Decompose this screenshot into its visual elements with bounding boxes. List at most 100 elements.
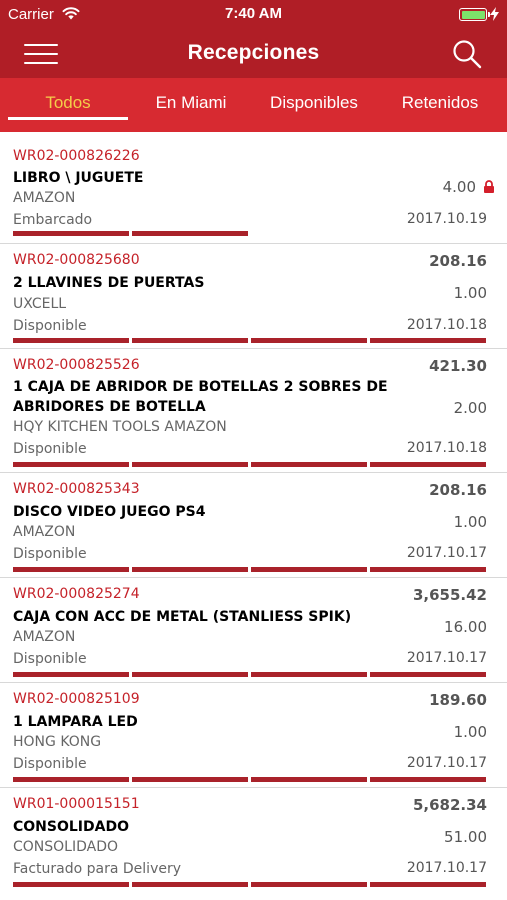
tab-label: Retenidos	[401, 93, 479, 112]
progress-segment	[370, 672, 486, 677]
reception-description: CAJA CON ACC DE METAL (STANLIESS SPIK)	[13, 609, 352, 625]
reception-status: Embarcado	[13, 212, 93, 228]
reception-row[interactable]: WR02-000825526 1 CAJA DE ABRIDOR DE BOTEL…	[0, 348, 507, 472]
reception-supplier: CONSOLIDADO	[13, 839, 119, 855]
reception-supplier: AMAZON	[13, 524, 76, 540]
progress-segment	[132, 338, 248, 343]
tab-label: Disponibles	[270, 93, 358, 112]
tab-en-miami[interactable]: En Miami	[131, 78, 251, 132]
progress-segment	[251, 462, 367, 467]
reception-code: WR02-000825109	[13, 691, 140, 707]
tab-todos[interactable]: Todos	[8, 78, 128, 132]
reception-date: 2017.10.19	[406, 211, 487, 227]
reception-amount: 3,655.42	[412, 586, 487, 604]
reception-description: 2 LLAVINES DE PUERTAS	[13, 275, 205, 291]
search-icon[interactable]	[451, 38, 483, 70]
reception-status: Disponible	[13, 756, 87, 772]
progress-segment	[251, 777, 367, 782]
reception-amount: 5,682.34	[412, 796, 487, 814]
reception-row[interactable]: WR02-000825109 1 LAMPARA LED HONG KONG Disp…	[0, 682, 507, 787]
reception-status: Facturado para Delivery	[13, 861, 182, 877]
reception-date: 2017.10.17	[406, 650, 487, 666]
reception-row[interactable]: WR02-000825680 2 LLAVINES DE PUERTAS UXCEL…	[0, 243, 507, 348]
reception-quantity: 4.00	[442, 178, 476, 196]
shipment-progress-bar	[13, 462, 487, 467]
progress-segment	[370, 462, 486, 467]
tab-label: En Miami	[155, 93, 227, 112]
reception-amount: 421.30	[429, 357, 487, 375]
reception-supplier: AMAZON	[13, 190, 76, 206]
reception-status: Disponible	[13, 318, 87, 334]
receptions-list[interactable]: WR02-000826226 LIBRO \ JUGUETE AMAZON Embar…	[0, 132, 507, 900]
reception-date: 2017.10.17	[406, 860, 487, 876]
reception-description: LIBRO \ JUGUETE	[13, 170, 144, 186]
charging-bolt-icon	[490, 7, 499, 21]
progress-segment	[13, 567, 129, 572]
progress-segment	[132, 882, 248, 887]
progress-segment	[251, 567, 367, 572]
reception-quantity: 16.00	[444, 618, 487, 636]
progress-segment	[13, 882, 129, 887]
progress-segment	[251, 338, 367, 343]
battery-level	[461, 10, 485, 19]
progress-segment	[13, 231, 129, 236]
status-bar: Carrier 7:40 AM	[0, 0, 507, 30]
reception-row[interactable]: WR02-000825274 CAJA CON ACC DE METAL (STA…	[0, 577, 507, 682]
progress-segment	[251, 672, 367, 677]
tab-disponibles[interactable]: Disponibles	[250, 78, 378, 132]
reception-quantity: 1.00	[453, 284, 487, 302]
filter-tabs: Todos En Miami Disponibles Retenidos	[0, 78, 507, 132]
reception-description: CONSOLIDADO	[13, 819, 129, 835]
reception-row[interactable]: WR02-000826226 LIBRO \ JUGUETE AMAZON Embar…	[0, 132, 507, 243]
reception-amount: 208.16	[429, 252, 487, 270]
reception-description: 1 LAMPARA LED	[13, 714, 138, 730]
progress-segment	[13, 338, 129, 343]
progress-segment	[370, 777, 486, 782]
reception-amount: 208.16	[429, 481, 487, 499]
reception-amount: 189.60	[429, 691, 487, 709]
lock-icon	[484, 180, 494, 193]
reception-quantity: 1.00	[453, 723, 487, 741]
progress-segment	[13, 462, 129, 467]
reception-date: 2017.10.18	[406, 440, 487, 456]
shipment-progress-bar	[13, 231, 487, 236]
reception-date: 2017.10.17	[406, 755, 487, 771]
reception-code: WR01-000015151	[13, 796, 140, 812]
progress-segment	[13, 672, 129, 677]
reception-status: Disponible	[13, 441, 87, 457]
progress-segment	[370, 882, 486, 887]
shipment-progress-bar	[13, 882, 487, 887]
shipment-progress-bar	[13, 777, 487, 782]
battery-icon	[459, 8, 490, 21]
reception-description: DISCO VIDEO JUEGO PS4	[13, 504, 206, 520]
progress-segment	[132, 777, 248, 782]
reception-status: Disponible	[13, 546, 87, 562]
reception-row[interactable]: WR01-000015151 CONSOLIDADO CONSOLIDADO Fact…	[0, 787, 507, 900]
progress-segment	[132, 462, 248, 467]
reception-code: WR02-000825274	[13, 586, 140, 602]
reception-supplier: HONG KONG	[13, 734, 102, 750]
reception-code: WR02-000825680	[13, 252, 140, 268]
reception-quantity: 1.00	[453, 513, 487, 531]
reception-description: 1 CAJA DE ABRIDOR DE BOTELLAS 2 SOBRES D…	[13, 379, 388, 415]
progress-segment	[132, 567, 248, 572]
shipment-progress-bar	[13, 338, 487, 343]
reception-supplier: HQY KITCHEN TOOLS AMAZON	[13, 419, 227, 435]
reception-date: 2017.10.18	[406, 317, 487, 333]
reception-date: 2017.10.17	[406, 545, 487, 561]
reception-row[interactable]: WR02-000825343 DISCO VIDEO JUEGO PS4 AMAZO…	[0, 472, 507, 577]
tab-label: Todos	[45, 93, 91, 112]
progress-segment	[370, 567, 486, 572]
progress-segment	[13, 777, 129, 782]
page-title: Recepciones	[187, 41, 320, 64]
reception-status: Disponible	[13, 651, 87, 667]
progress-segment	[132, 672, 248, 677]
reception-supplier: UXCELL	[13, 296, 67, 312]
clock: 7:40 AM	[225, 5, 282, 22]
active-tab-underline	[8, 117, 128, 120]
reception-quantity: 51.00	[444, 828, 487, 846]
progress-segment	[251, 882, 367, 887]
shipment-progress-bar	[13, 672, 487, 677]
tab-retenidos[interactable]: Retenidos	[380, 78, 500, 132]
progress-segment	[370, 338, 486, 343]
